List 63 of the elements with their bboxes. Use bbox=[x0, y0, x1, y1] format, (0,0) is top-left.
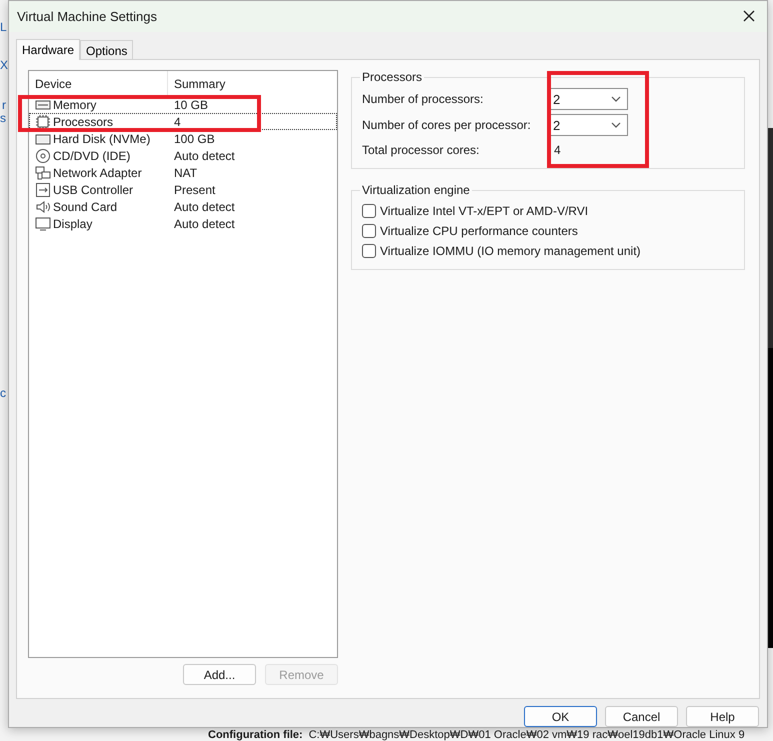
tab[interactable]: Options bbox=[80, 40, 134, 59]
device-summary: Present bbox=[174, 182, 216, 196]
device-name: CD/DVD (IDE) bbox=[53, 148, 132, 162]
device-row[interactable]: Processors 4 bbox=[29, 113, 337, 130]
device-row[interactable]: Display Auto detect bbox=[29, 215, 337, 232]
dialog-button[interactable]: OK bbox=[524, 706, 597, 727]
speaker-icon bbox=[35, 198, 51, 214]
checkbox[interactable] bbox=[362, 204, 376, 218]
background-text: s bbox=[0, 111, 6, 125]
device-row[interactable]: CD/DVD (IDE) Auto detect bbox=[29, 147, 337, 164]
checkbox-label: Virtualize CPU performance counters bbox=[380, 224, 578, 238]
device-summary: 4 bbox=[174, 114, 181, 128]
dialog-button[interactable]: Cancel bbox=[605, 706, 678, 727]
checkbox[interactable] bbox=[362, 244, 376, 258]
device-name: Display bbox=[53, 216, 94, 230]
chevron-icon bbox=[611, 96, 621, 102]
background-text: X bbox=[0, 58, 8, 72]
chevron-icon bbox=[611, 122, 621, 128]
device-name: Sound Card bbox=[53, 200, 118, 214]
checkbox-label: Virtualize Intel VT-x/EPT or AMD-V/RVI bbox=[380, 204, 588, 218]
column-header[interactable]: Summary bbox=[168, 76, 337, 90]
field-label: Number of processors: bbox=[362, 92, 484, 106]
close-icon bbox=[742, 8, 756, 22]
device-name: Hard Disk (NVMe) bbox=[53, 132, 152, 146]
device-summary: Auto detect bbox=[174, 200, 235, 214]
cores-dropdown[interactable]: 2 bbox=[548, 114, 628, 136]
monitor-icon bbox=[35, 216, 51, 232]
total-cores-value: 4 bbox=[554, 142, 562, 159]
field-label: Total processor cores: bbox=[362, 143, 480, 157]
device-summary: Auto detect bbox=[174, 216, 235, 230]
device-summary: Auto detect bbox=[174, 148, 235, 162]
device-summary: NAT bbox=[174, 166, 198, 180]
device-name: Network Adapter bbox=[53, 166, 143, 180]
window-title: Virtual Machine Settings bbox=[17, 9, 157, 24]
device-summary: 10 GB bbox=[174, 98, 208, 112]
checkbox[interactable] bbox=[362, 224, 376, 238]
background-text: r bbox=[2, 98, 6, 112]
list-button[interactable]: Add... bbox=[183, 664, 256, 685]
config-label: Configuration file: bbox=[208, 729, 303, 741]
device-row[interactable]: USB Controller Present bbox=[29, 181, 337, 198]
dialog-button[interactable]: Help bbox=[686, 706, 759, 727]
device-row[interactable]: Sound Card Auto detect bbox=[29, 198, 337, 215]
checkbox-label: Virtualize IOMMU (IO memory management unit) bbox=[380, 244, 641, 258]
config-path: C:₩Users₩bagns₩Desktop₩D₩01 Oracle₩02 vm₩19 rac₩oel19db1₩Oracle Linux 9 bbox=[308, 729, 745, 741]
background-text: c bbox=[0, 386, 6, 400]
background-text: L bbox=[0, 20, 7, 34]
disc-icon bbox=[35, 148, 51, 164]
device-summary: 100 GB bbox=[174, 132, 215, 146]
chip-icon bbox=[35, 114, 51, 130]
column-header[interactable]: Device bbox=[29, 71, 168, 96]
tab[interactable]: Hardware bbox=[16, 39, 80, 60]
device-row[interactable]: Memory 10 GB bbox=[29, 96, 337, 113]
network-icon bbox=[35, 164, 51, 180]
group-title: Processors bbox=[361, 70, 424, 84]
device-name: Processors bbox=[53, 114, 114, 128]
device-row[interactable]: Hard Disk (NVMe) 100 GB bbox=[29, 130, 337, 147]
usb-icon bbox=[35, 182, 51, 198]
device-row[interactable]: Network Adapter NAT bbox=[29, 164, 337, 181]
group-title: Virtualization engine bbox=[361, 183, 471, 197]
device-name: Memory bbox=[53, 98, 98, 112]
field-label: Number of cores per processor: bbox=[362, 118, 532, 132]
processor-count-dropdown[interactable]: 2 bbox=[548, 88, 628, 110]
device-name: USB Controller bbox=[53, 182, 134, 196]
